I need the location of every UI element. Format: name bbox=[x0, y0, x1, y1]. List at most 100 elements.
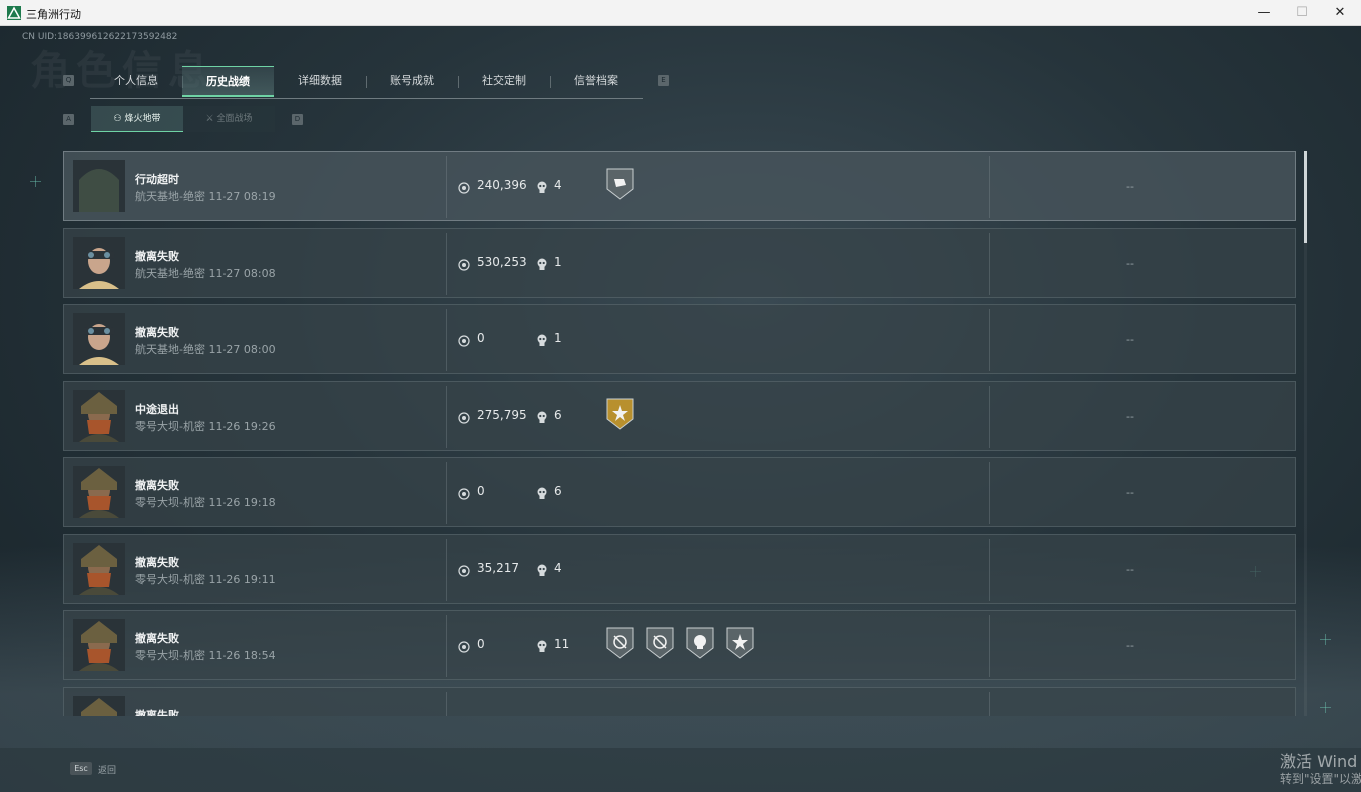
minimize-button[interactable]: — bbox=[1245, 0, 1283, 26]
match-result-value: -- bbox=[1126, 333, 1134, 346]
row-divider bbox=[989, 156, 990, 218]
subtab-label: 全面战场 bbox=[216, 114, 253, 124]
match-map-time: 零号大坝-机密 11-26 19:18 bbox=[135, 496, 276, 509]
match-status: 撤离失败 bbox=[135, 326, 179, 339]
esc-key-hint[interactable]: Esc bbox=[70, 762, 92, 775]
match-result-value: -- bbox=[1126, 409, 1134, 423]
maximize-button[interactable]: ☐ bbox=[1283, 0, 1321, 26]
row-divider bbox=[989, 462, 990, 524]
activation-watermark: 激活 Wind bbox=[1280, 752, 1358, 771]
row-divider bbox=[446, 615, 447, 677]
match-record-row[interactable]: 中途退出 零号大坝-机密 11-26 19:26 275,795 6 -- bbox=[63, 380, 1296, 451]
window-title: 三角洲行动 bbox=[26, 8, 81, 21]
match-status: 撤离失败 bbox=[135, 249, 179, 263]
kill-count: 4 bbox=[554, 560, 562, 575]
hooded-operator-icon bbox=[73, 160, 125, 212]
skull-kill-icon bbox=[536, 562, 548, 576]
tab-detailed-data[interactable]: 详细数据 bbox=[274, 66, 366, 97]
crosshair-decoration bbox=[30, 176, 41, 187]
match-result-value: -- bbox=[1126, 639, 1134, 652]
armored-operator-icon bbox=[73, 466, 125, 518]
match-history-list: 行动超时 航天基地-绝密 11-27 08:19 240,396 4 -- 撤离失败 航天基… bbox=[63, 151, 1299, 716]
coin-icon bbox=[458, 638, 470, 653]
match-status: 撤离失败 bbox=[135, 555, 179, 569]
kill-count: 4 bbox=[554, 178, 562, 192]
match-record-row[interactable]: 撤离失败 航天基地-绝密 11-27 08:08 530,253 1 -- bbox=[63, 227, 1296, 298]
kill-count: 1 bbox=[554, 331, 562, 345]
tab-achievements[interactable]: 账号成就 bbox=[366, 66, 458, 97]
row-divider bbox=[446, 232, 447, 295]
coin-icon bbox=[458, 562, 470, 577]
match-status: 撤离失败 bbox=[135, 708, 179, 717]
row-divider bbox=[446, 156, 447, 218]
kill-count: 11 bbox=[554, 637, 570, 651]
match-record-row[interactable]: 撤离失败 航天基地-绝密 11-27 08:00 0 1 -- bbox=[63, 304, 1296, 374]
window-titlebar: 三角洲行动 — ☐ ✕ bbox=[0, 0, 1361, 26]
skull-kill-icon bbox=[536, 409, 548, 423]
skull-kill-icon bbox=[536, 256, 548, 270]
extracted-value: 35,217 bbox=[477, 560, 519, 575]
key-hint-a: A bbox=[63, 114, 74, 125]
key-hint-e: E bbox=[658, 75, 669, 86]
game-screen: 角色信息 CN UID:186399612622173592482 Q 个人信息… bbox=[0, 26, 1361, 792]
skull-kill-icon bbox=[536, 485, 548, 499]
match-status: 撤离失败 bbox=[135, 479, 179, 492]
row-divider bbox=[446, 691, 447, 716]
match-record-row[interactable]: 撤离失败 bbox=[63, 686, 1296, 717]
match-map-time: 航天基地-绝密 11-27 08:08 bbox=[135, 266, 276, 280]
list-scrollbar[interactable] bbox=[1304, 151, 1307, 716]
key-hint-q: Q bbox=[63, 75, 74, 86]
skull-badge-icon[interactable] bbox=[685, 626, 715, 660]
tab-social[interactable]: 社交定制 bbox=[458, 66, 550, 97]
row-divider bbox=[989, 538, 990, 601]
crosshair-badge-icon[interactable] bbox=[645, 626, 675, 660]
app-logo-icon bbox=[7, 6, 21, 20]
match-record-row[interactable]: 行动超时 航天基地-绝密 11-27 08:19 240,396 4 -- bbox=[63, 151, 1296, 221]
kill-count: 6 bbox=[554, 484, 562, 498]
coin-icon bbox=[458, 332, 470, 347]
match-record-row[interactable]: 撤离失败 零号大坝-机密 11-26 18:54 0 11 -- bbox=[63, 610, 1296, 680]
coin-icon bbox=[458, 485, 470, 500]
crosshair-badge-icon[interactable] bbox=[605, 626, 635, 660]
kill-count: 6 bbox=[554, 407, 562, 422]
armored-operator-icon bbox=[73, 695, 125, 716]
subtab-label: 烽火地带 bbox=[124, 114, 161, 124]
crosshair-decoration bbox=[1320, 634, 1331, 645]
row-divider bbox=[446, 462, 447, 524]
match-record-row[interactable]: 撤离失败 零号大坝-机密 11-26 19:11 35,217 4 -- bbox=[63, 533, 1296, 604]
armored-operator-icon bbox=[73, 619, 125, 671]
subtab-warzone-extraction[interactable]: ⚇ 烽火地带 bbox=[91, 106, 183, 132]
key-hint-d: D bbox=[292, 114, 303, 125]
extracted-value: 0 bbox=[477, 331, 485, 345]
armored-operator-icon bbox=[73, 542, 125, 595]
extraction-mode-icon: ⚇ bbox=[113, 114, 125, 124]
activation-watermark-sub: 转到"设置"以激 bbox=[1280, 772, 1361, 786]
bottom-bar bbox=[0, 748, 1361, 792]
coin-icon bbox=[458, 179, 470, 194]
row-divider bbox=[446, 385, 447, 448]
burst-badge-icon[interactable] bbox=[725, 626, 755, 660]
close-button[interactable]: ✕ bbox=[1321, 0, 1359, 26]
mode-subtabs: ⚇ 烽火地带 ⚔ 全面战场 bbox=[91, 106, 275, 132]
back-label[interactable]: 返回 bbox=[98, 763, 116, 776]
smash-badge-icon[interactable] bbox=[605, 167, 635, 201]
match-map-time: 零号大坝-机密 11-26 19:26 bbox=[135, 419, 276, 433]
gold-star-badge-icon[interactable] bbox=[605, 397, 635, 431]
skull-kill-icon bbox=[536, 179, 548, 193]
match-result-value: -- bbox=[1126, 562, 1134, 576]
match-status: 撤离失败 bbox=[135, 632, 179, 645]
match-record-row[interactable]: 撤离失败 零号大坝-机密 11-26 19:18 0 6 -- bbox=[63, 457, 1296, 527]
tab-personal-info[interactable]: 个人信息 bbox=[90, 66, 182, 97]
tab-reputation[interactable]: 信誉档案 bbox=[550, 66, 642, 97]
skull-kill-icon bbox=[536, 332, 548, 346]
match-status: 中途退出 bbox=[135, 402, 179, 416]
coin-icon bbox=[458, 256, 470, 271]
subtab-full-battlefield[interactable]: ⚔ 全面战场 bbox=[183, 106, 275, 132]
tab-match-history[interactable]: 历史战绩 bbox=[182, 66, 274, 97]
match-result-value: -- bbox=[1126, 486, 1134, 499]
row-divider bbox=[989, 385, 990, 448]
scrollbar-thumb[interactable] bbox=[1304, 151, 1307, 243]
main-tabs: 个人信息 历史战绩 详细数据 账号成就 社交定制 信誉档案 bbox=[90, 66, 643, 99]
row-divider bbox=[446, 309, 447, 371]
extracted-value: 0 bbox=[477, 637, 485, 651]
